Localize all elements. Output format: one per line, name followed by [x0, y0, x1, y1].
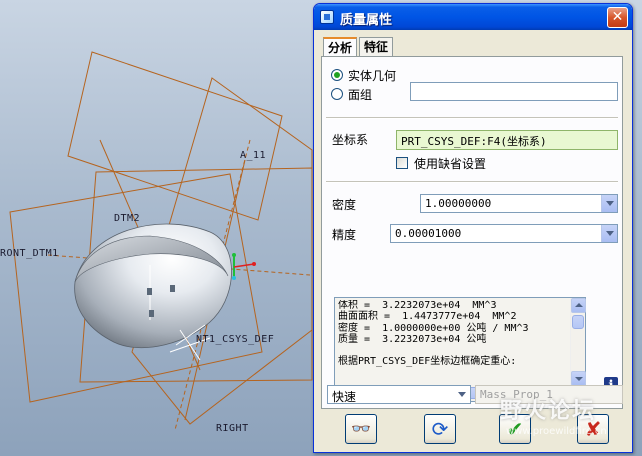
- datum-label-right: RIGHT: [216, 423, 249, 434]
- result-line-mass: 质量 = 3.2232073e+04 公吨: [338, 333, 487, 345]
- axis-label-a11: A_11: [240, 150, 267, 161]
- label-csys: 坐标系: [332, 133, 369, 147]
- scroll-down-icon[interactable]: [571, 371, 586, 386]
- dialog-client-area: 分析 特征 实体几何 面组 坐标系 PRT_CSYS_DEF:F4(坐标系) 使…: [317, 30, 629, 451]
- mode-value: 快速: [332, 390, 357, 404]
- result-line-cog-header: 根据PRT_CSYS_DEF坐标边框确定重心:: [338, 356, 517, 368]
- separator: [326, 181, 618, 183]
- repeat-icon: ⟳: [431, 417, 449, 441]
- ok-button[interactable]: ✔: [499, 414, 531, 444]
- app-window-icon: [320, 10, 334, 24]
- checkmark-icon: ✔: [506, 417, 524, 441]
- hemisphere-part[interactable]: [74, 223, 232, 349]
- result-line-surface-area: 曲面面积 = 1.4473777e+04 MM^2: [338, 311, 517, 323]
- precision-dropdown[interactable]: 0.00001000: [390, 224, 618, 243]
- vertical-scroll-thumb[interactable]: [572, 315, 584, 329]
- csys-collector-field[interactable]: PRT_CSYS_DEF:F4(坐标系): [396, 130, 618, 150]
- dialog-title: 质量属性: [340, 13, 393, 28]
- use-default-checkbox[interactable]: [396, 157, 408, 169]
- glasses-icon: 👓: [351, 419, 371, 438]
- close-button[interactable]: ✕: [607, 7, 628, 28]
- scroll-up-icon[interactable]: [571, 298, 586, 313]
- separator: [326, 117, 618, 119]
- repeat-analysis-button[interactable]: ⟳: [424, 414, 456, 444]
- density-dropdown[interactable]: 1.00000000: [420, 194, 618, 213]
- datum-label-dtm2: DTM2: [114, 213, 141, 224]
- tab-feature[interactable]: 特征: [359, 37, 393, 56]
- preview-button[interactable]: 👓: [345, 414, 377, 444]
- label-quilt: 面组: [348, 88, 373, 102]
- csys-label: NT1_CSYS_DEF: [196, 334, 275, 345]
- result-line-blank: [338, 345, 570, 356]
- chevron-down-icon[interactable]: [454, 386, 470, 403]
- label-precision: 精度: [332, 228, 357, 242]
- close-icon: ✕: [611, 9, 624, 25]
- chevron-down-icon[interactable]: [601, 225, 617, 242]
- label-density: 密度: [332, 198, 357, 212]
- chevron-down-icon[interactable]: [601, 195, 617, 212]
- label-solid-geometry: 实体几何: [348, 69, 397, 83]
- datum-label-front: RONT_DTM1: [0, 248, 59, 259]
- tab-analysis[interactable]: 分析: [323, 37, 357, 57]
- results-text: 体积 = 3.2232073e+04 MM^3 曲面面积 = 1.4473777e…: [338, 300, 570, 384]
- density-value: 1.00000000: [425, 197, 492, 210]
- result-line-density: 密度 = 1.0000000e+00 公吨 / MM^3: [338, 322, 529, 334]
- label-use-default: 使用缺省设置: [414, 157, 487, 171]
- feature-name-field[interactable]: Mass_Prop_1: [475, 385, 623, 404]
- result-line-volume: 体积 = 3.2232073e+04 MM^3: [338, 300, 497, 311]
- results-vertical-scrollbar[interactable]: [570, 298, 586, 386]
- precision-value: 0.00001000: [395, 227, 462, 240]
- cancel-icon: ✘: [584, 417, 602, 441]
- cancel-button[interactable]: ✘: [577, 414, 609, 444]
- mass-properties-dialog: 质量属性 ✕ 分析 特征 实体几何 面组 坐标系 PRT_CSYS_DEF:F4…: [313, 3, 633, 453]
- radio-quilt[interactable]: [331, 88, 343, 100]
- analysis-tab-panel: 实体几何 面组 坐标系 PRT_CSYS_DEF:F4(坐标系) 使用缺省设置 …: [321, 56, 623, 409]
- mode-dropdown[interactable]: 快速: [327, 385, 471, 404]
- dialog-title-bar[interactable]: 质量属性 ✕: [314, 4, 632, 30]
- radio-solid-geometry[interactable]: [331, 69, 343, 81]
- quilt-select-field[interactable]: [410, 82, 618, 101]
